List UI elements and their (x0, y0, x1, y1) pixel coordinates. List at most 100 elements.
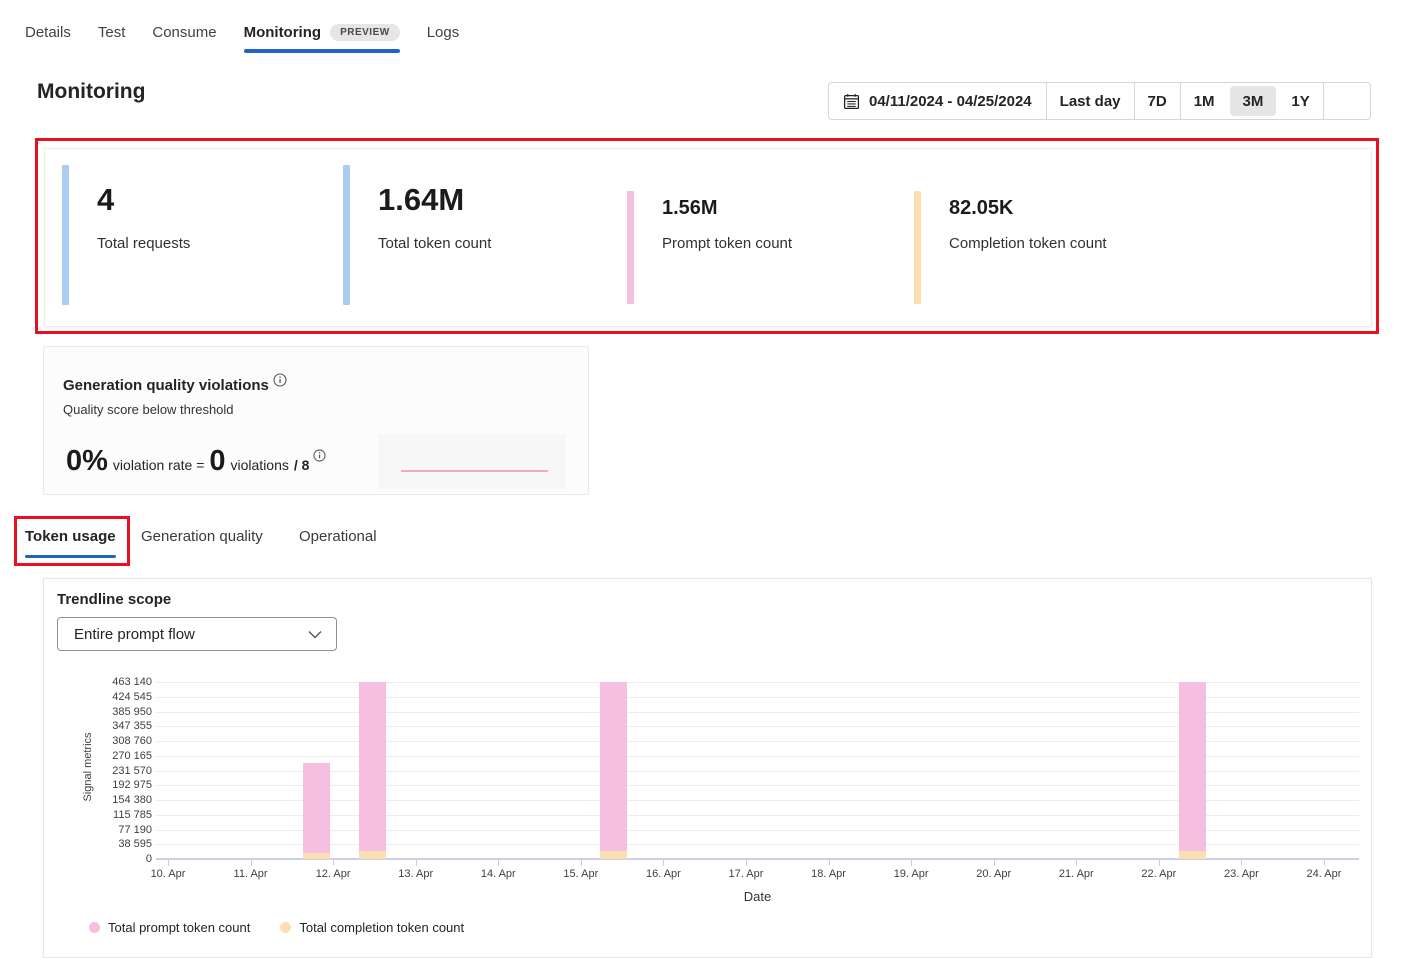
x-tick-mark (498, 860, 499, 866)
y-tick-label: 0 (94, 853, 152, 865)
chevron-down-icon (308, 630, 322, 639)
x-tick-label: 10. Apr (133, 868, 203, 880)
x-tick-mark (1076, 860, 1077, 866)
y-tick-label: 463 140 (94, 676, 152, 688)
metric-label: Completion token count (949, 235, 1107, 252)
x-tick-label: 21. Apr (1041, 868, 1111, 880)
date-preset-7d[interactable]: 7D (1135, 83, 1180, 119)
metric-completion-token-count: 82.05K Completion token count (914, 149, 1184, 326)
metric-prompt-token-count: 1.56M Prompt token count (627, 149, 897, 326)
x-tick-mark (746, 860, 747, 866)
y-tick-label: 77 190 (94, 824, 152, 836)
x-tick-label: 11. Apr (216, 868, 286, 880)
trendline-scope-dropdown[interactable]: Entire prompt flow (57, 617, 337, 651)
violations-card-title: Generation quality violations (63, 373, 287, 394)
token-usage-bar-chart: Signal metrics Date 038 59577 190115 785… (156, 676, 1359, 866)
y-tick-label: 231 570 (94, 765, 152, 777)
x-tick-label: 12. Apr (298, 868, 368, 880)
metric-total-requests: 4 Total requests (62, 149, 332, 326)
x-tick-label: 24. Apr (1289, 868, 1359, 880)
legend-item-total-prompt-token-count[interactable]: Total prompt token count (89, 920, 250, 935)
x-tick-mark (1241, 860, 1242, 866)
bar-prompt-tokens (600, 682, 627, 851)
x-tick-label: 23. Apr (1206, 868, 1276, 880)
active-tab-underline (244, 49, 400, 53)
y-tick-label: 424 545 (94, 691, 152, 703)
metric-value: 1.64M (378, 182, 464, 218)
x-tick-label: 19. Apr (876, 868, 946, 880)
trendline-scope-label: Trendline scope (57, 591, 171, 608)
chart-tab-token-usage[interactable]: Token usage (25, 528, 116, 558)
metric-value: 4 (97, 182, 114, 218)
token-usage-chart-card: Trendline scope Entire prompt flow Signa… (43, 578, 1372, 958)
y-tick-label: 192 975 (94, 779, 152, 791)
x-tick-label: 17. Apr (711, 868, 781, 880)
date-range-value[interactable]: 04/11/2024 - 04/25/2024 (829, 83, 1046, 119)
x-tick-mark (663, 860, 664, 866)
x-tick-label: 20. Apr (959, 868, 1029, 880)
divider (1323, 83, 1324, 119)
violation-count-denominator: / 8 (294, 457, 310, 473)
x-tick-label: 13. Apr (381, 868, 451, 880)
x-tick-mark (251, 860, 252, 866)
info-icon[interactable] (273, 373, 287, 387)
y-tick-label: 154 380 (94, 794, 152, 806)
x-tick-mark (1324, 860, 1325, 866)
active-tab-underline (25, 555, 116, 558)
metric-value: 1.56M (662, 197, 718, 220)
calendar-icon (843, 93, 860, 110)
chart-tab-generation-quality[interactable]: Generation quality (141, 528, 263, 558)
chart-tab-operational[interactable]: Operational (299, 528, 377, 558)
metric-accent-bar (343, 165, 350, 305)
legend-dot-icon (89, 922, 100, 933)
x-tick-mark (333, 860, 334, 866)
tab-logs[interactable]: Logs (427, 24, 460, 53)
date-preset-1y[interactable]: 1Y (1278, 83, 1322, 119)
tab-test[interactable]: Test (98, 24, 126, 53)
violation-stats: 0% violation rate = 0 violations / 8 (66, 445, 326, 478)
bar-prompt-tokens (1179, 682, 1206, 851)
x-tick-label: 16. Apr (628, 868, 698, 880)
y-tick-label: 115 785 (94, 809, 152, 821)
x-tick-mark (1159, 860, 1160, 866)
bar-prompt-tokens (359, 682, 386, 851)
date-preset-last-day[interactable]: Last day (1047, 83, 1134, 119)
legend-item-total-completion-token-count[interactable]: Total completion token count (280, 920, 464, 935)
top-tab-bar: Details Test Consume MonitoringPREVIEW Logs (25, 24, 459, 53)
bar-completion-tokens (303, 853, 330, 859)
bar-prompt-tokens (303, 763, 330, 853)
bar-completion-tokens (359, 851, 386, 859)
x-tick-mark (416, 860, 417, 866)
x-tick-mark (994, 860, 995, 866)
generation-quality-violations-card: Generation quality violations Quality sc… (43, 346, 589, 495)
violation-rate-label: violation rate = (113, 457, 204, 473)
page-title: Monitoring (37, 80, 145, 104)
tab-monitoring[interactable]: MonitoringPREVIEW (244, 24, 400, 53)
tab-consume[interactable]: Consume (152, 24, 216, 53)
violation-count-label: violations (231, 457, 289, 473)
metric-value: 82.05K (949, 197, 1014, 220)
metrics-summary-card: 4Total requests1.64MTotal token count1.5… (44, 148, 1372, 327)
tab-details[interactable]: Details (25, 24, 71, 53)
x-tick-mark (829, 860, 830, 866)
preview-badge: PREVIEW (330, 24, 400, 41)
date-preset-3m[interactable]: 3M (1230, 86, 1277, 116)
date-range-control: 04/11/2024 - 04/25/2024 Last day7D1M3M1Y (828, 82, 1371, 120)
date-preset-1m[interactable]: 1M (1181, 83, 1228, 119)
x-tick-mark (911, 860, 912, 866)
x-tick-label: 18. Apr (794, 868, 864, 880)
x-tick-label: 22. Apr (1124, 868, 1194, 880)
metric-accent-bar (627, 191, 634, 304)
x-tick-label: 14. Apr (463, 868, 533, 880)
metric-label: Total requests (97, 235, 190, 252)
y-tick-label: 385 950 (94, 706, 152, 718)
x-tick-label: 15. Apr (546, 868, 616, 880)
metric-accent-bar (62, 165, 69, 305)
metric-label: Prompt token count (662, 235, 792, 252)
y-tick-label: 308 760 (94, 735, 152, 747)
info-icon[interactable] (313, 449, 326, 462)
violation-count-value: 0 (209, 445, 225, 478)
bar-completion-tokens (600, 851, 627, 859)
chart-legend: Total prompt token count Total completion… (89, 920, 494, 935)
violations-sparkline (379, 434, 565, 489)
